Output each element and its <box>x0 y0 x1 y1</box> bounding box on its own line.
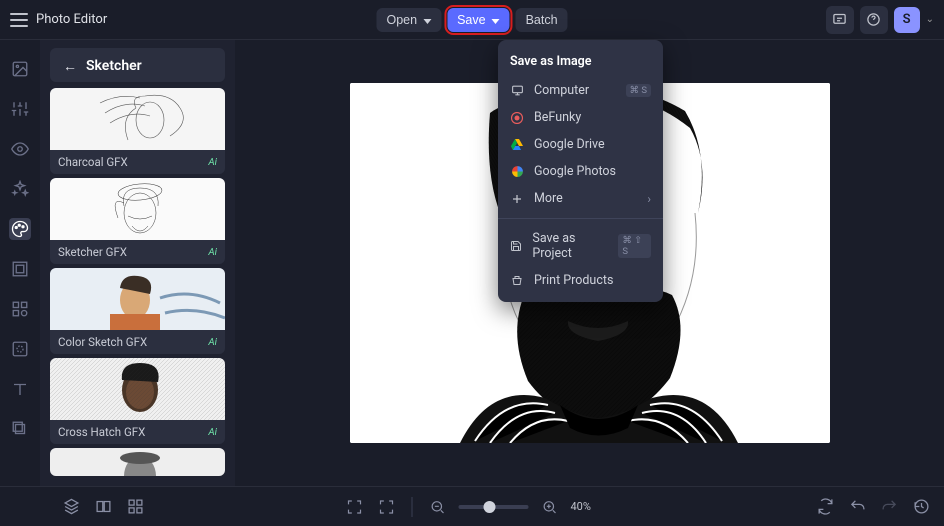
shortcut: ⌘ ⇧ S <box>618 234 651 258</box>
chevron-right-icon: › <box>647 192 651 206</box>
befunky-icon <box>510 111 524 125</box>
effect-cross-hatch[interactable]: Cross Hatch GFX Ai <box>50 358 225 444</box>
gdrive-icon <box>510 138 524 152</box>
effect-thumb <box>50 268 225 330</box>
undo-icon[interactable] <box>846 496 868 518</box>
graphics-icon[interactable] <box>9 298 31 320</box>
avatar[interactable]: S <box>894 7 920 33</box>
menu-label: Google Drive <box>534 137 605 152</box>
fit-icon[interactable] <box>376 496 398 518</box>
menu-icon[interactable] <box>10 13 28 27</box>
menu-label: Print Products <box>534 273 613 288</box>
shortcut: ⌘ S <box>626 84 652 97</box>
save-menu-header: Save as Image <box>498 48 663 77</box>
batch-button[interactable]: Batch <box>516 8 568 32</box>
overlay-icon[interactable] <box>9 338 31 360</box>
adjustments-icon[interactable] <box>9 98 31 120</box>
save-computer[interactable]: Computer ⌘ S <box>498 77 663 104</box>
menu-label: More <box>534 191 563 206</box>
ai-badge: Ai <box>208 247 217 258</box>
save-befunky[interactable]: BeFunky <box>498 104 663 131</box>
effect-name: Charcoal GFX <box>58 155 128 169</box>
save-label: Save <box>457 13 486 27</box>
image-tool-icon[interactable] <box>9 58 31 80</box>
save-more[interactable]: More › <box>498 185 663 212</box>
zoom-out-icon[interactable] <box>427 496 449 518</box>
effect-name: Color Sketch GFX <box>58 335 147 349</box>
zoom-in-icon[interactable] <box>539 496 561 518</box>
effect-name: Sketcher GFX <box>58 245 127 259</box>
effect-name: Cross Hatch GFX <box>58 425 145 439</box>
save-button[interactable]: Save <box>447 8 510 32</box>
feedback-icon[interactable] <box>826 6 854 34</box>
effects-sidebar: ← Sketcher Charcoal GFX Ai Sketche <box>40 40 235 486</box>
save-project-icon <box>510 239 522 253</box>
open-button[interactable]: Open <box>376 8 441 32</box>
grid-view-icon[interactable] <box>124 496 146 518</box>
separator <box>412 497 413 517</box>
layers-stack-icon[interactable] <box>60 496 82 518</box>
ai-badge: Ai <box>208 337 217 348</box>
compare-icon[interactable] <box>92 496 114 518</box>
help-icon[interactable] <box>860 6 888 34</box>
menu-label: Save as Project <box>532 231 608 261</box>
app-title: Photo Editor <box>36 12 107 27</box>
account-chevron-icon[interactable]: ⌄ <box>926 14 934 25</box>
effect-card[interactable] <box>50 448 225 476</box>
back-arrow-icon[interactable]: ← <box>62 58 78 74</box>
fullscreen-icon[interactable] <box>344 496 366 518</box>
print-icon <box>510 274 524 288</box>
save-google-photos[interactable]: Google Photos <box>498 158 663 185</box>
history-icon[interactable] <box>910 496 932 518</box>
effect-color-sketch[interactable]: Color Sketch GFX Ai <box>50 268 225 354</box>
eye-icon[interactable] <box>9 138 31 160</box>
ai-badge: Ai <box>208 427 217 438</box>
layers-icon[interactable] <box>9 418 31 440</box>
ai-badge: Ai <box>208 157 217 168</box>
open-label: Open <box>386 13 417 27</box>
chevron-down-icon <box>421 13 431 27</box>
chevron-down-icon <box>490 13 500 27</box>
menu-label: BeFunky <box>534 110 581 125</box>
menu-label: Google Photos <box>534 164 616 179</box>
effect-thumb <box>50 358 225 420</box>
save-as-project[interactable]: Save as Project ⌘ ⇧ S <box>498 225 663 267</box>
sync-icon[interactable] <box>814 496 836 518</box>
zoom-value: 40% <box>571 500 601 513</box>
monitor-icon <box>510 84 524 98</box>
text-icon[interactable] <box>9 378 31 400</box>
print-products[interactable]: Print Products <box>498 267 663 294</box>
menu-label: Computer <box>534 83 589 98</box>
effect-sketcher[interactable]: Sketcher GFX Ai <box>50 178 225 264</box>
zoom-slider[interactable] <box>459 505 529 509</box>
save-dropdown: Save as Image Computer ⌘ S BeFunky Googl… <box>498 40 663 302</box>
effect-charcoal[interactable]: Charcoal GFX Ai <box>50 88 225 174</box>
gphotos-icon <box>510 165 524 179</box>
plus-icon <box>510 192 524 206</box>
palette-icon[interactable] <box>9 218 31 240</box>
effect-thumb <box>50 178 225 240</box>
effect-thumb <box>50 88 225 150</box>
save-google-drive[interactable]: Google Drive <box>498 131 663 158</box>
sidebar-title: Sketcher <box>86 58 142 74</box>
redo-icon[interactable] <box>878 496 900 518</box>
tool-rail <box>0 40 40 486</box>
frame-icon[interactable] <box>9 258 31 280</box>
menu-separator <box>498 218 663 219</box>
batch-label: Batch <box>526 13 558 27</box>
sparkles-icon[interactable] <box>9 178 31 200</box>
effect-thumb <box>50 448 225 476</box>
avatar-letter: S <box>903 12 911 27</box>
